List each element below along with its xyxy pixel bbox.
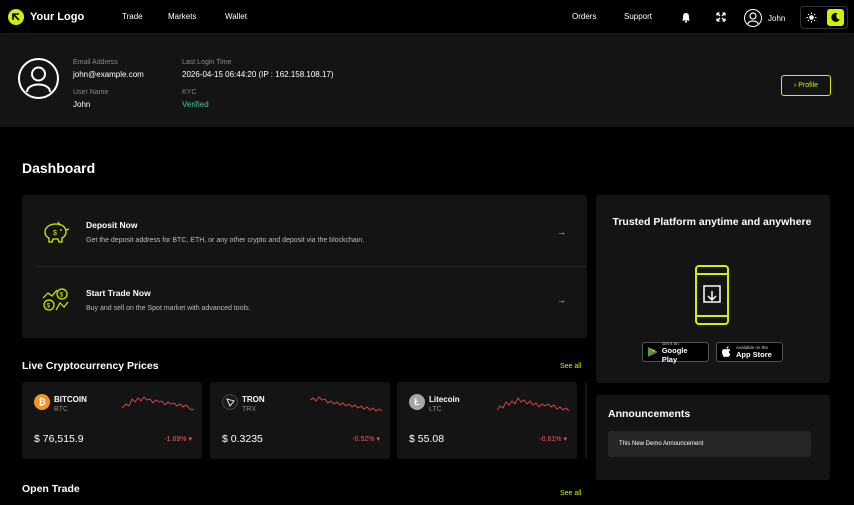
svg-text:$: $ (60, 292, 64, 299)
coin-name: BITCOIN (54, 395, 87, 404)
open-trade-title: Open Trade (22, 483, 80, 495)
page-title: Dashboard (22, 160, 96, 176)
sparkline-chart (122, 396, 194, 411)
phone-download-icon (695, 265, 729, 325)
bell-icon[interactable] (680, 11, 692, 23)
svg-text:$: $ (53, 230, 57, 237)
piggy-bank-icon: $ (44, 221, 70, 243)
user-avatar-icon (744, 9, 762, 27)
price-card-bitcoin[interactable]: ₿ BITCOIN BTC $ 76,515.9 -1.69% ▾ (22, 382, 202, 459)
profile-avatar-icon (18, 58, 59, 99)
start-trade-title: Start Trade Now (86, 288, 151, 298)
logo[interactable]: Your Logo (8, 9, 84, 25)
announcement-item[interactable]: This New Demo Announcement (608, 431, 811, 457)
coin-name: TRON (242, 395, 265, 404)
google-play-label: Google Play (661, 345, 688, 364)
coin-price: $ 55.08 (409, 433, 445, 445)
email-value: john@example.com (73, 70, 144, 79)
google-play-button[interactable]: Get it on Google Play (642, 341, 709, 364)
coin-change: -0.61% ▾ (539, 436, 567, 443)
coin-price: $ 0.3235 (222, 433, 263, 445)
kyc-status: Verified (182, 100, 209, 109)
tron-icon (222, 394, 238, 410)
live-prices-title: Live Cryptocurrency Prices (22, 360, 159, 372)
start-trade-arrow-icon: → (557, 295, 566, 305)
coin-symbol: LTC (429, 406, 442, 413)
nav-orders[interactable]: Orders (572, 12, 596, 21)
app-store-label: App Store (736, 350, 772, 359)
price-card-next-partial (585, 382, 587, 459)
email-label: Email Address (73, 59, 118, 66)
user-menu[interactable]: John (744, 9, 785, 27)
nav-wallet[interactable]: Wallet (225, 12, 247, 21)
kyc-label: KYC (182, 89, 197, 96)
live-prices-see-all[interactable]: See all (560, 363, 581, 370)
user-name: John (768, 13, 786, 23)
trade-coins-icon: $ $ (42, 288, 69, 311)
price-card-tron[interactable]: TRON TRX $ 0.3235 -0.52% ▾ (210, 382, 390, 459)
coin-symbol: BTC (54, 406, 68, 413)
deposit-title: Deposit Now (86, 220, 138, 230)
nav-markets[interactable]: Markets (168, 12, 196, 21)
app-store-button[interactable]: Available on the App Store (716, 342, 783, 362)
username-label: User Name (73, 89, 109, 96)
announcements-title: Announcements (608, 408, 691, 420)
theme-toggle[interactable] (800, 6, 848, 29)
apple-icon (722, 346, 731, 357)
profile-button[interactable]: › Profile (781, 75, 831, 96)
moon-icon[interactable] (827, 9, 844, 26)
last-login-value: 2026-04-15 06:44:20 (IP : 162.158.108.17… (182, 70, 334, 79)
nav-trade[interactable]: Trade (122, 12, 143, 21)
price-card-litecoin[interactable]: Ł Litecoin LTC $ 55.08 -0.61% ▾ (397, 382, 577, 459)
deposit-arrow-icon: → (557, 227, 566, 237)
logo-icon (8, 9, 24, 25)
google-play-icon (647, 347, 658, 357)
sparkline-chart (497, 397, 569, 412)
profile-summary: Email Address john@example.com User Name… (0, 34, 854, 127)
open-trade-see-all[interactable]: See all (560, 490, 581, 497)
bitcoin-icon: ₿ (34, 394, 50, 410)
deposit-description: Get the deposit address for BTC, ETH, or… (86, 237, 365, 244)
coin-price: $ 76,515.9 (34, 433, 84, 445)
coin-symbol: TRX (242, 406, 256, 413)
start-trade-description: Buy and sell on the Spot market with adv… (86, 305, 251, 312)
coin-change: -0.52% ▾ (352, 436, 380, 443)
coin-name: Litecoin (429, 395, 460, 404)
action-divider (36, 266, 586, 267)
last-login-label: Last Login Time (182, 59, 232, 66)
expand-icon[interactable] (715, 11, 727, 23)
litecoin-icon: Ł (409, 394, 425, 410)
logo-text: Your Logo (30, 11, 85, 23)
coin-change: -1.69% ▾ (164, 436, 192, 443)
username-value: John (73, 100, 91, 109)
top-navigation-bar: Your Logo Trade Markets Wallet Orders Su… (0, 0, 854, 34)
promo-title: Trusted Platform anytime and anywhere (612, 216, 812, 228)
sun-icon[interactable] (806, 12, 817, 23)
svg-text:$: $ (47, 303, 51, 310)
sparkline-chart (310, 396, 382, 412)
nav-support[interactable]: Support (624, 12, 652, 21)
